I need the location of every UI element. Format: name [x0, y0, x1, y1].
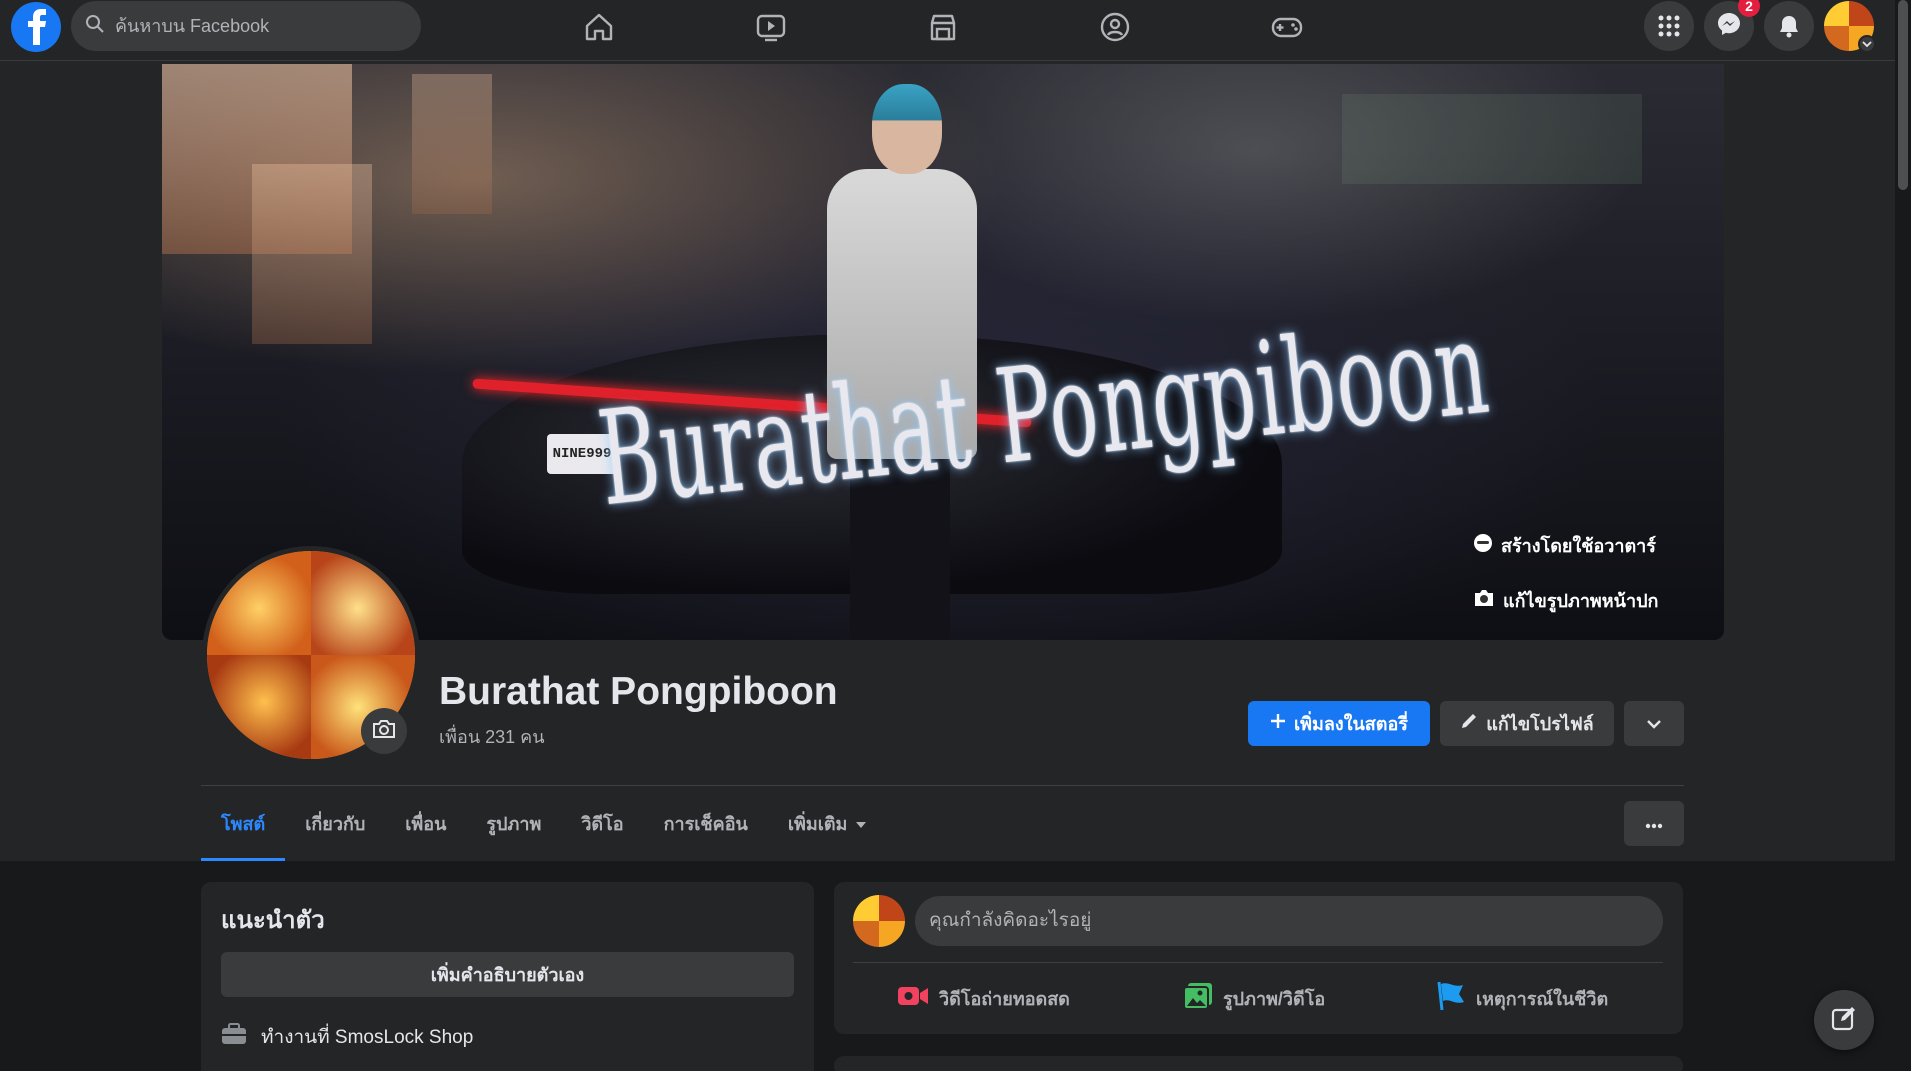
edit-profile-label: แก้ไขโปรไฟล์: [1486, 714, 1594, 734]
watch-icon[interactable]: [716, 4, 826, 50]
photo-video-label: รูปภาพ/วิดีโอ: [1223, 988, 1326, 1009]
edit-profile-button[interactable]: แก้ไขโปรไฟล์: [1440, 701, 1614, 746]
briefcase-icon: [221, 1023, 247, 1051]
edit-cover-photo-button[interactable]: แก้ไขรูปภาพหน้าปก: [1473, 586, 1658, 615]
messenger-button[interactable]: 2: [1704, 0, 1760, 51]
tab-posts[interactable]: โพสต์: [201, 786, 286, 861]
photo-icon: [1183, 982, 1213, 1015]
messenger-icon: [1716, 11, 1742, 42]
tab-label: โพสต์: [221, 814, 266, 834]
composer-divider: [853, 962, 1663, 963]
facebook-logo-icon[interactable]: [11, 2, 61, 52]
background-trees: [1342, 94, 1642, 184]
building-lights: [412, 74, 492, 214]
add-to-story-button[interactable]: เพิ่มลงในสตอรี่: [1248, 701, 1430, 746]
chevron-down-icon: [1647, 713, 1661, 734]
whats-on-your-mind-input[interactable]: [915, 896, 1663, 946]
profile-more-dropdown-button[interactable]: [1624, 701, 1684, 746]
search-icon: [85, 14, 105, 39]
gaming-icon[interactable]: [1232, 4, 1342, 50]
tab-more[interactable]: เพิ่มเติม: [768, 786, 888, 861]
edit-cover-photo-label: แก้ไขรูปภาพหน้าปก: [1503, 591, 1659, 611]
caret-down-icon: [855, 813, 867, 834]
work-text[interactable]: ทำงานที่ SmosLock Shop: [261, 1022, 473, 1052]
add-bio-button[interactable]: เพิ่มคำอธิบายตัวเอง: [221, 952, 794, 997]
profile-picture-tile: [207, 551, 311, 655]
avatar-icon: [1473, 533, 1493, 558]
home-icon[interactable]: [544, 4, 654, 50]
photo-video-button[interactable]: รูปภาพ/วิดีโอ: [1183, 978, 1325, 1018]
tab-photos[interactable]: รูปภาพ: [466, 786, 561, 861]
character-head: [872, 84, 942, 174]
tab-friends[interactable]: เพื่อน: [385, 786, 466, 861]
life-event-label: เหตุการณ์ในชีวิต: [1476, 988, 1609, 1009]
life-event-button[interactable]: เหตุการณ์ในชีวิต: [1436, 978, 1608, 1018]
tabs-more-options-button[interactable]: [1624, 801, 1684, 846]
more-horizontal-icon: [1645, 813, 1663, 834]
groups-icon[interactable]: [1060, 4, 1170, 50]
notification-badge: 2: [1738, 0, 1760, 17]
menu-grid-icon[interactable]: [1644, 1, 1694, 51]
create-with-avatar-button[interactable]: สร้างโดยใช้อวาตาร์: [1473, 531, 1656, 560]
profile-name: Burathat Pongpiboon: [439, 670, 838, 713]
live-video-button[interactable]: วิดีโอถ่ายทอดสด: [897, 978, 1070, 1018]
chevron-down-icon: [1858, 35, 1876, 53]
add-to-story-label: เพิ่มลงในสตอรี่: [1294, 714, 1408, 734]
camera-icon: [1473, 588, 1495, 613]
tab-about[interactable]: เกี่ยวกับ: [285, 786, 385, 861]
plus-icon: [1270, 713, 1286, 734]
profile-picture-tile: [311, 551, 415, 655]
tab-label: รูปภาพ: [486, 814, 542, 834]
create-with-avatar-label: สร้างโดยใช้อวาตาร์: [1501, 536, 1656, 556]
tab-label: เพิ่มเติม: [787, 814, 848, 834]
tab-label: การเช็คอิน: [663, 814, 748, 834]
tab-label: วิดีโอ: [581, 814, 624, 834]
notifications-bell-icon[interactable]: [1764, 1, 1814, 51]
tab-label: เพื่อน: [405, 814, 447, 834]
tab-videos[interactable]: วิดีโอ: [561, 786, 643, 861]
building-lights: [252, 164, 372, 344]
live-video-icon: [897, 984, 929, 1013]
scrollbar-thumb[interactable]: [1898, 0, 1908, 190]
work-info: ทำงานที่ SmosLock Shop: [221, 1022, 473, 1052]
compose-icon: [1831, 1005, 1857, 1036]
composer-avatar[interactable]: [853, 895, 905, 947]
friend-count[interactable]: เพื่อน 231 คน: [439, 722, 545, 751]
intro-title: แนะนำตัว: [221, 907, 325, 934]
camera-icon: [372, 719, 396, 744]
tab-checkins[interactable]: การเช็คอิน: [644, 786, 768, 861]
marketplace-icon[interactable]: [888, 4, 998, 50]
update-profile-picture-button[interactable]: [361, 708, 407, 754]
profile-picture-tile: [207, 655, 311, 759]
tab-label: เกี่ยวกับ: [305, 814, 366, 834]
posts-filter-card: [834, 1056, 1683, 1071]
search-input[interactable]: [115, 15, 395, 37]
live-video-label: วิดีโอถ่ายทอดสด: [939, 988, 1070, 1009]
new-message-button[interactable]: [1814, 990, 1874, 1050]
account-avatar[interactable]: [1824, 1, 1876, 53]
page-scrollbar[interactable]: [1895, 0, 1911, 1071]
top-navigation-bar: 2: [0, 0, 1895, 61]
profile-tabs: โพสต์ เกี่ยวกับ เพื่อน รูปภาพ วิดีโอ การ…: [201, 786, 887, 861]
search-bar[interactable]: [71, 1, 421, 51]
flag-icon: [1436, 981, 1466, 1016]
pencil-icon: [1460, 712, 1478, 735]
